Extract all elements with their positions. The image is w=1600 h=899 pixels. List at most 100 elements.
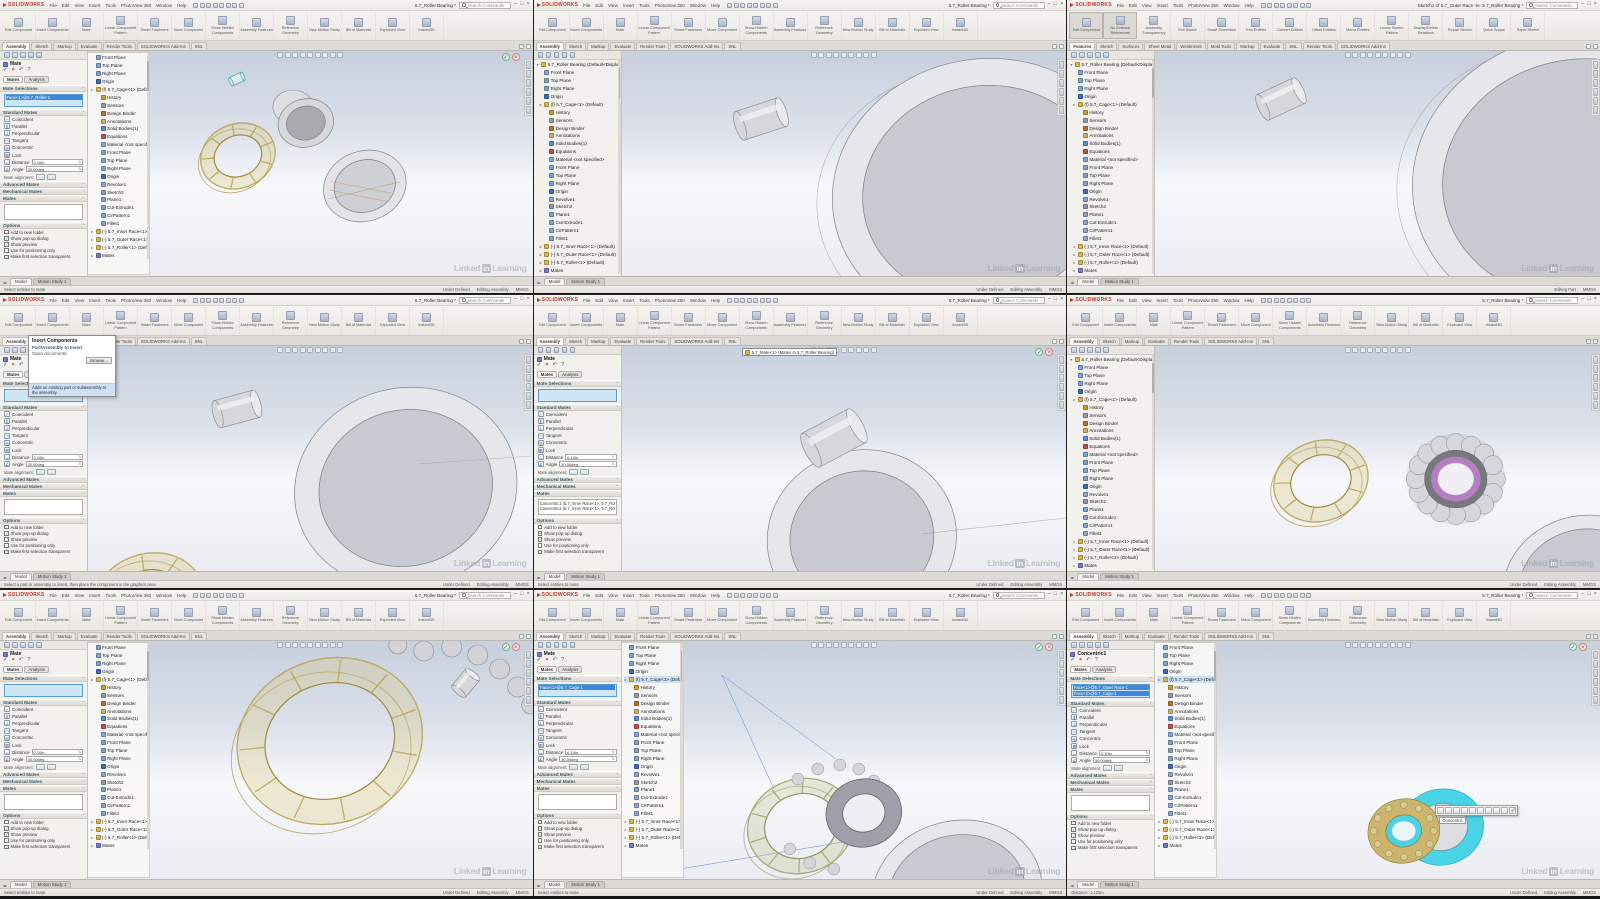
zoom-fit-icon[interactable] bbox=[1345, 347, 1351, 353]
design-library-icon[interactable] bbox=[1059, 365, 1064, 373]
tab-solidworks-add-ins[interactable]: SOLIDWORKS Add-Ins bbox=[1337, 42, 1390, 50]
section-advanced-mates[interactable]: Advanced Matesˇ bbox=[1067, 772, 1154, 779]
redo-icon[interactable] bbox=[760, 3, 765, 8]
menu-window[interactable]: Window bbox=[688, 298, 708, 303]
tree-item-design-binder[interactable]: Design Binder bbox=[1157, 699, 1216, 707]
tree-item-right-plane[interactable]: Right Plane bbox=[624, 660, 683, 668]
new-icon[interactable] bbox=[727, 593, 732, 598]
scene-icon[interactable] bbox=[1405, 347, 1411, 353]
tree-item-5-7-inner-race-1-default[interactable]: ▸(-) 5.7_Inner Race<1> (Default) bbox=[536, 242, 621, 250]
ribbon-button-reference-geometry[interactable]: Reference Geometry bbox=[808, 307, 842, 334]
new-icon[interactable] bbox=[727, 3, 732, 8]
ribbon-button-linear-component-pattern[interactable]: Linear Component Pattern bbox=[1171, 602, 1205, 629]
solidworks-resources-icon[interactable] bbox=[526, 61, 531, 69]
hide-show-items-icon[interactable] bbox=[1390, 347, 1396, 353]
help-button[interactable]: ? bbox=[561, 658, 564, 664]
ribbon-button-insert-components[interactable]: Insert Components bbox=[570, 602, 604, 629]
confirm-ok-icon[interactable]: ✓ bbox=[1035, 643, 1043, 651]
menu-tools[interactable]: Tools bbox=[1171, 3, 1186, 8]
existing-mates-list[interactable] bbox=[538, 794, 617, 810]
propertymanager-tab-icon[interactable] bbox=[12, 52, 18, 58]
dimxpert-tab-icon[interactable] bbox=[1095, 52, 1101, 58]
tree-item-sensors[interactable]: Sensors bbox=[1069, 116, 1154, 124]
tree-item-front-plane[interactable]: Front Plane bbox=[90, 739, 149, 747]
previous-view-icon[interactable] bbox=[292, 52, 298, 58]
menu-view[interactable]: View bbox=[1140, 3, 1154, 8]
redo-icon[interactable] bbox=[1293, 593, 1298, 598]
selection-item[interactable]: Face<1>@5.7_Cage-1 bbox=[539, 685, 615, 690]
angle-value-field[interactable]: 30.00deg⇅ bbox=[559, 461, 616, 467]
view-orientation-icon[interactable] bbox=[307, 642, 313, 648]
configuration-tab-icon[interactable] bbox=[20, 642, 26, 648]
featuremanager-tab-icon[interactable] bbox=[1071, 642, 1077, 648]
option-make-first-selection-transparent[interactable]: Make first selection transparent bbox=[0, 254, 87, 260]
tab-render-tools[interactable]: Render Tools bbox=[636, 337, 669, 345]
minimize-button[interactable]: – bbox=[1048, 297, 1051, 303]
tab-markup[interactable]: Markup bbox=[53, 632, 75, 640]
browse-button[interactable]: Browse... bbox=[86, 357, 112, 364]
ribbon-button-linear-sketch-pattern[interactable]: Linear Sketch Pattern bbox=[1375, 12, 1409, 39]
tab-evaluate[interactable]: Evaluate bbox=[1144, 337, 1169, 345]
zoom-area-icon[interactable] bbox=[285, 642, 291, 648]
ribbon-button-assembly-features[interactable]: Assembly Features bbox=[774, 12, 808, 39]
tab-evaluate[interactable]: Evaluate bbox=[77, 42, 102, 50]
tab-snl[interactable]: SNL bbox=[191, 632, 207, 640]
tree-item-f-5-7-cage-1-default[interactable]: ▸(f) 5.7_Cage<1> (Default) bbox=[536, 100, 621, 108]
menu-help[interactable]: Help bbox=[1243, 593, 1256, 598]
new-icon[interactable] bbox=[193, 3, 198, 8]
display-manager-tab-icon[interactable] bbox=[570, 347, 576, 353]
tab-render-tools[interactable]: Render Tools bbox=[1170, 632, 1203, 640]
search-commands-input[interactable]: Search Commands bbox=[459, 592, 511, 599]
tab-snl[interactable]: SNL bbox=[191, 337, 207, 345]
tree-item-origin[interactable]: Origin bbox=[536, 93, 621, 101]
ribbon-button-instant3d[interactable]: Instant3D bbox=[410, 12, 444, 39]
scene-icon[interactable] bbox=[1405, 52, 1411, 58]
angle-value-field[interactable]: 30.00deg⇅ bbox=[26, 461, 83, 467]
maximize-button[interactable]: □ bbox=[1587, 2, 1590, 8]
tab-render-tools[interactable]: Render Tools bbox=[103, 42, 136, 50]
menu-file[interactable]: File bbox=[47, 298, 58, 303]
tree-item-top-plane[interactable]: Top Plane bbox=[90, 62, 149, 70]
view-palette-icon[interactable] bbox=[1059, 678, 1064, 686]
file-explorer-icon[interactable] bbox=[1593, 374, 1598, 382]
menu-photoview-360[interactable]: PhotoView 360 bbox=[653, 298, 687, 303]
section-standard-mates[interactable]: Standard Matesˆ bbox=[0, 404, 87, 411]
solidworks-resources-icon[interactable] bbox=[1593, 61, 1598, 69]
confirm-ok-icon[interactable]: ✓ bbox=[1035, 348, 1043, 356]
distance-value-field[interactable]: 0.10in⇅ bbox=[32, 749, 83, 755]
tab-render-tools[interactable]: Render Tools bbox=[1170, 337, 1203, 345]
mate-type-lock[interactable]: ⊞Lock bbox=[0, 151, 87, 158]
ribbon-button-bill-of-materials[interactable]: Bill of Materials bbox=[876, 307, 910, 334]
print-icon[interactable] bbox=[1280, 593, 1285, 598]
view-orientation-icon[interactable] bbox=[307, 347, 313, 353]
tree-item-cut-extrude1[interactable]: Cut-Extrude1 bbox=[624, 794, 683, 802]
checkbox-make-first-selection-transparent[interactable] bbox=[4, 550, 9, 555]
checkbox-add-to-new-folder[interactable] bbox=[4, 820, 9, 825]
section-mates-list[interactable]: Matesˆ bbox=[0, 490, 87, 497]
tree-item-annotations[interactable]: Annotations bbox=[90, 117, 149, 125]
section-view-icon[interactable] bbox=[300, 642, 306, 648]
tree-root[interactable]: ▾5.7_Roller Bearing (Default<Display Sta… bbox=[1069, 356, 1154, 364]
section-mates-list[interactable]: Matesˆ bbox=[534, 785, 621, 792]
appearances-icon[interactable] bbox=[1397, 347, 1403, 353]
menu-edit[interactable]: Edit bbox=[1127, 298, 1139, 303]
expander-icon[interactable]: ▸ bbox=[90, 843, 94, 848]
tree-item-sketch2[interactable]: Sketch2 bbox=[90, 778, 149, 786]
zoom-fit-icon[interactable] bbox=[811, 52, 817, 58]
print-icon[interactable] bbox=[1280, 298, 1285, 303]
checkbox-add-to-new-folder[interactable] bbox=[4, 525, 9, 530]
mate-type-tangent[interactable]: ◠Tangent bbox=[1067, 728, 1154, 735]
zoom-area-icon[interactable] bbox=[1352, 642, 1358, 648]
menu-view[interactable]: View bbox=[72, 298, 86, 303]
aligned-button[interactable] bbox=[36, 469, 45, 475]
tab-solidworks-add-ins[interactable]: SOLIDWORKS Add-Ins bbox=[137, 337, 190, 345]
zoom-area-icon[interactable] bbox=[818, 642, 824, 648]
mate-type-perpendicular[interactable]: ⊥Perpendicular bbox=[0, 720, 87, 727]
tree-item-sensors[interactable]: Sensors bbox=[624, 691, 683, 699]
ribbon-button-new-motion-study[interactable]: New Motion Study bbox=[842, 602, 876, 629]
previous-view-icon[interactable] bbox=[1360, 52, 1366, 58]
ribbon-button-linear-component-pattern[interactable]: Linear Component Pattern bbox=[638, 307, 672, 334]
expander-icon[interactable]: ▸ bbox=[539, 268, 543, 273]
section-mate-selections[interactable]: Mate Selectionsˆ bbox=[0, 85, 87, 92]
checkbox-use-for-positioning-only[interactable] bbox=[538, 543, 543, 548]
